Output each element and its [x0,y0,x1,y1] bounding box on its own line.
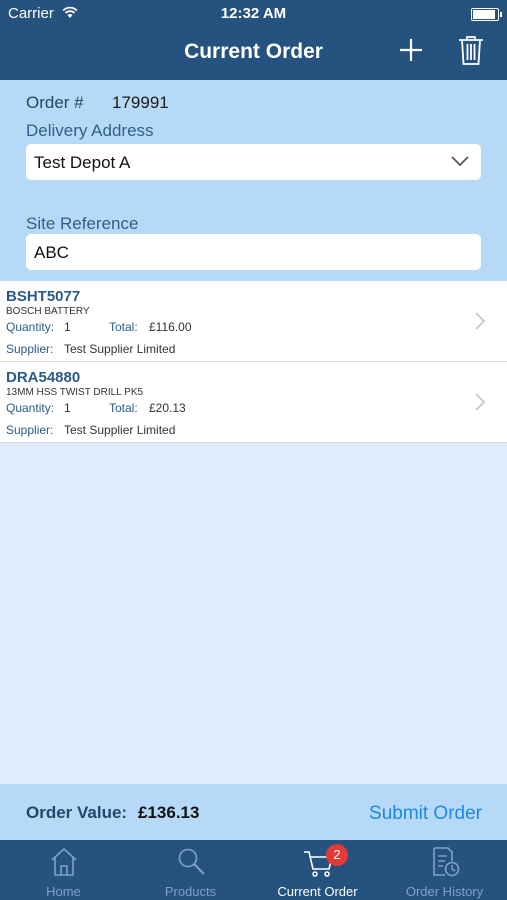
total-label: Total: [109,320,138,334]
status-time: 12:32 AM [220,5,287,22]
trash-icon [459,36,483,65]
chevron-down-icon [451,156,469,167]
total-label: Total: [109,401,138,415]
history-icon [432,847,459,877]
tab-label: Home [46,884,81,899]
plus-icon [400,39,422,61]
nav-bar: Carrier 12:32 AM Current Order [0,0,507,80]
quantity-value: 1 [64,401,71,415]
order-items-list: BSHT5077 BOSCH BATTERY Quantity: 1 Total… [0,281,507,443]
tab-label: Order History [405,884,484,899]
chevron-right-icon [475,312,485,330]
tab-home[interactable]: Home [0,840,127,900]
chevron-right-icon [475,393,485,411]
supplier-value: Test Supplier Limited [64,342,176,356]
supplier-value: Test Supplier Limited [64,423,176,437]
home-icon [50,847,77,876]
site-reference-value: ABC [34,243,69,262]
list-item[interactable]: DRA54880 13MM HSS TWIST DRILL PK5 Quanti… [0,362,507,443]
quantity-value: 1 [64,320,71,334]
site-reference-input[interactable]: ABC [26,234,481,270]
order-value-label: Order Value: [26,803,128,822]
battery-icon [471,8,502,21]
submit-order-button[interactable]: Submit Order [369,803,482,825]
delivery-address-value: Test Depot A [34,153,131,172]
order-number: 179991 [112,93,169,112]
total-value: £20.13 [149,401,186,415]
order-summary-bar: Order Value: £136.13 Submit Order [0,784,507,840]
tab-order-history[interactable]: Order History [381,840,507,900]
search-icon [178,848,205,875]
delivery-address-select[interactable]: Test Depot A [26,144,481,180]
item-description: BOSCH BATTERY [6,306,90,317]
tab-label: Current Order [277,884,358,899]
quantity-label: Quantity: [6,401,55,415]
tab-bar: Home Products 2 Current Order Order Hist… [0,840,507,900]
supplier-label: Supplier: [6,423,54,437]
order-number-label: Order # [26,93,84,112]
total-value: £116.00 [149,320,192,334]
tab-current-order[interactable]: 2 Current Order [254,840,381,900]
delivery-address-label: Delivery Address [26,121,154,140]
add-button[interactable] [397,36,425,64]
item-code: BSHT5077 [6,288,81,305]
item-code: DRA54880 [6,369,81,386]
item-description: 13MM HSS TWIST DRILL PK5 [6,387,144,398]
status-bar: Carrier 12:32 AM [0,5,507,25]
cart-count-badge: 2 [326,844,348,866]
quantity-label: Quantity: [6,320,55,334]
list-item[interactable]: BSHT5077 BOSCH BATTERY Quantity: 1 Total… [0,281,507,362]
site-reference-label: Site Reference [26,214,139,233]
tab-label: Products [164,884,217,899]
tab-products[interactable]: Products [127,840,254,900]
order-value: £136.13 [138,803,200,822]
order-details-panel: Order # 179991 Delivery Address Test Dep… [0,80,507,281]
supplier-label: Supplier: [6,342,54,356]
page-title: Current Order [184,40,323,63]
delete-order-button[interactable] [457,34,485,66]
